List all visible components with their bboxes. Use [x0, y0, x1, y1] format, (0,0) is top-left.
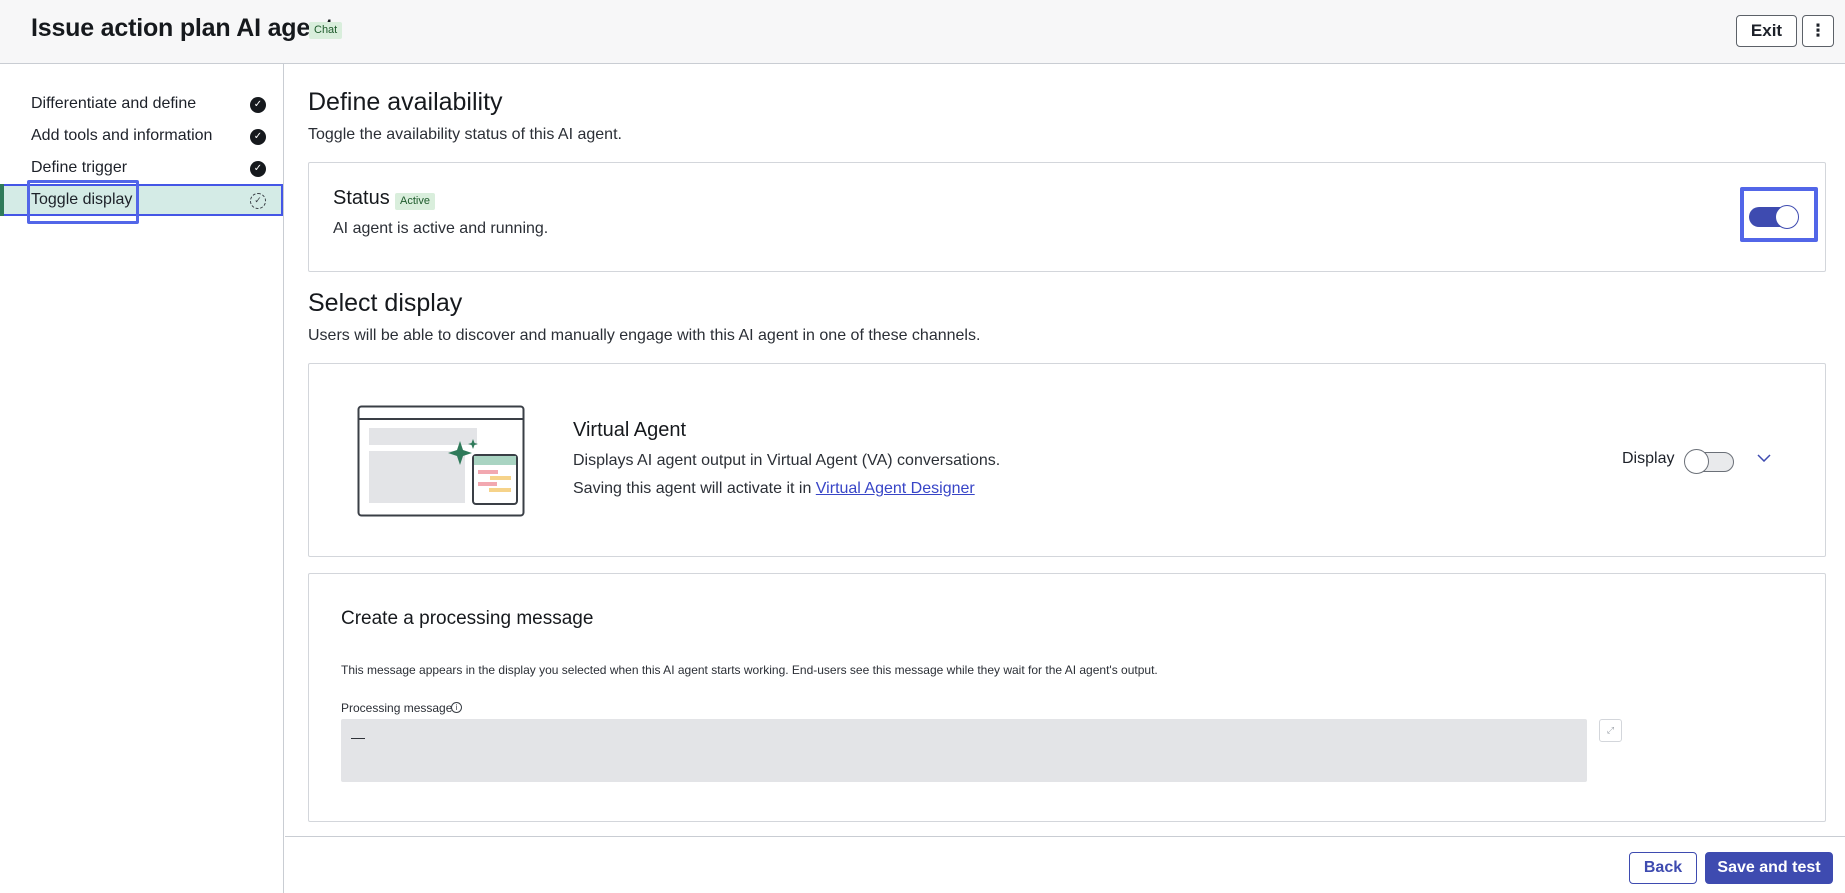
chat-badge: Chat [309, 22, 343, 39]
virtual-agent-card: Virtual Agent Displays AI agent output i… [308, 363, 1826, 557]
footer-bar: Back Save and test [285, 836, 1845, 893]
expand-chevron-icon[interactable] [1752, 446, 1776, 470]
availability-description: Toggle the availability status of this A… [308, 126, 622, 143]
display-toggle-label: Display [1622, 450, 1675, 467]
processing-message-card: Create a processing message This message… [308, 573, 1826, 822]
more-vertical-icon: ⋮ [1809, 21, 1827, 40]
processing-description: This message appears in the display you … [341, 663, 1158, 677]
in-progress-icon: ✓ [250, 193, 266, 209]
check-circle-icon: ✓ [250, 161, 266, 177]
display-toggle[interactable] [1684, 449, 1734, 474]
status-title: Status [333, 187, 390, 209]
active-indicator [0, 184, 4, 216]
status-card: Status Active AI agent is active and run… [308, 162, 1826, 272]
check-circle-icon: ✓ [250, 129, 266, 145]
app-header: Issue action plan AI agent Chat Exit ⋮ [0, 0, 1845, 64]
display-heading: Select display [308, 289, 463, 317]
sidebar-item-add-tools[interactable]: Add tools and information ✓ [0, 120, 283, 152]
channel-note-text: Saving this agent will activate it in [573, 480, 816, 497]
channel-description: Displays AI agent output in Virtual Agen… [573, 452, 1001, 469]
focus-highlight [27, 180, 139, 224]
availability-heading: Define availability [308, 88, 503, 116]
focus-highlight [1740, 187, 1818, 242]
toggle-knob [1684, 449, 1709, 474]
exit-button[interactable]: Exit [1736, 15, 1797, 47]
processing-field-label: Processing message [341, 701, 453, 715]
sidebar-item-label: Define trigger [31, 159, 128, 176]
status-description: AI agent is active and running. [333, 220, 549, 237]
virtual-agent-illustration-icon [357, 405, 525, 517]
status-badge: Active [395, 193, 435, 210]
page-title: Issue action plan AI agent [31, 14, 334, 42]
expand-field-icon[interactable]: ⤢ [1599, 719, 1622, 742]
display-description: Users will be able to discover and manua… [308, 327, 981, 344]
channel-note: Saving this agent will activate it in Vi… [573, 480, 975, 498]
sidebar-item-label: Differentiate and define [31, 95, 197, 112]
back-button[interactable]: Back [1629, 852, 1697, 884]
sidebar-item-label: Add tools and information [31, 127, 213, 144]
check-circle-icon: ✓ [250, 97, 266, 113]
main-content: Define availability Toggle the availabil… [285, 64, 1845, 836]
sidebar-item-differentiate[interactable]: Differentiate and define ✓ [0, 88, 283, 120]
processing-title: Create a processing message [341, 608, 594, 629]
processing-message-field[interactable]: — [341, 719, 1587, 782]
channel-title: Virtual Agent [573, 419, 687, 441]
save-and-test-button[interactable]: Save and test [1705, 852, 1833, 884]
virtual-agent-designer-link[interactable]: Virtual Agent Designer [816, 480, 975, 497]
more-options-button[interactable]: ⋮ [1802, 15, 1834, 47]
info-icon[interactable]: i [451, 702, 462, 713]
